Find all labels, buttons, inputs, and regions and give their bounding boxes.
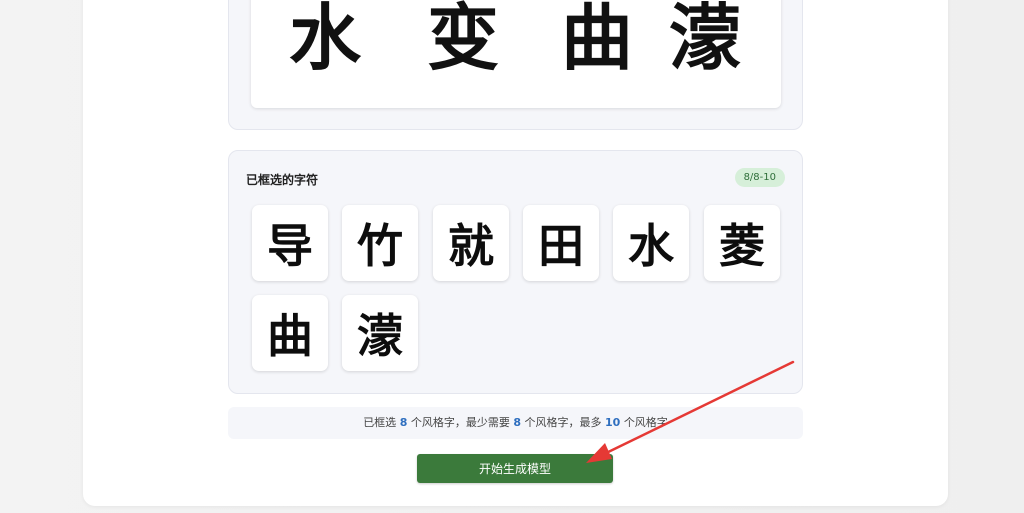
selected-char-tile[interactable]: 田 <box>523 205 599 281</box>
selection-info-bar: 已框选 8 个风格字，最少需要 8 个风格字，最多 10 个风格字 <box>228 407 803 439</box>
selected-count-badge: 8/8-10 <box>734 168 785 187</box>
preview-glyph: 水 <box>289 0 362 80</box>
preview-glyph: 濛 <box>669 0 742 80</box>
selected-char-tile[interactable]: 濛 <box>342 295 418 371</box>
max-count: 10 <box>605 416 621 429</box>
selected-char-tile[interactable]: 水 <box>613 205 689 281</box>
selected-chars-title: 已框选的字符 <box>246 173 319 187</box>
selected-count: 8 <box>399 416 408 429</box>
min-count: 8 <box>513 416 521 429</box>
selected-char-tile[interactable]: 菱 <box>704 205 780 281</box>
page-background: 水 变 曲 濛 已框选的字符 8/8-10 导 竹 就 田 水 菱 曲 濛 已框… <box>0 0 1024 513</box>
preview-glyph: 变 <box>427 0 500 80</box>
start-generate-model-button[interactable]: 开始生成模型 <box>417 454 613 483</box>
preview-canvas: 水 变 曲 濛 <box>251 0 781 108</box>
selected-char-tile[interactable]: 就 <box>433 205 509 281</box>
preview-glyph: 曲 <box>561 0 634 80</box>
info-text: 个风格字，最多 <box>524 416 602 429</box>
preview-card: 水 变 曲 濛 <box>228 0 803 130</box>
info-text: 个风格字 <box>623 416 668 429</box>
info-text: 已框选 <box>363 416 397 429</box>
info-text: 个风格字，最少需要 <box>410 416 510 429</box>
selected-char-tile[interactable]: 竹 <box>342 205 418 281</box>
selected-char-tile[interactable]: 导 <box>252 205 328 281</box>
selected-char-tile[interactable]: 曲 <box>252 295 328 371</box>
selected-chars-card: 已框选的字符 8/8-10 导 竹 就 田 水 菱 曲 濛 <box>228 150 803 394</box>
